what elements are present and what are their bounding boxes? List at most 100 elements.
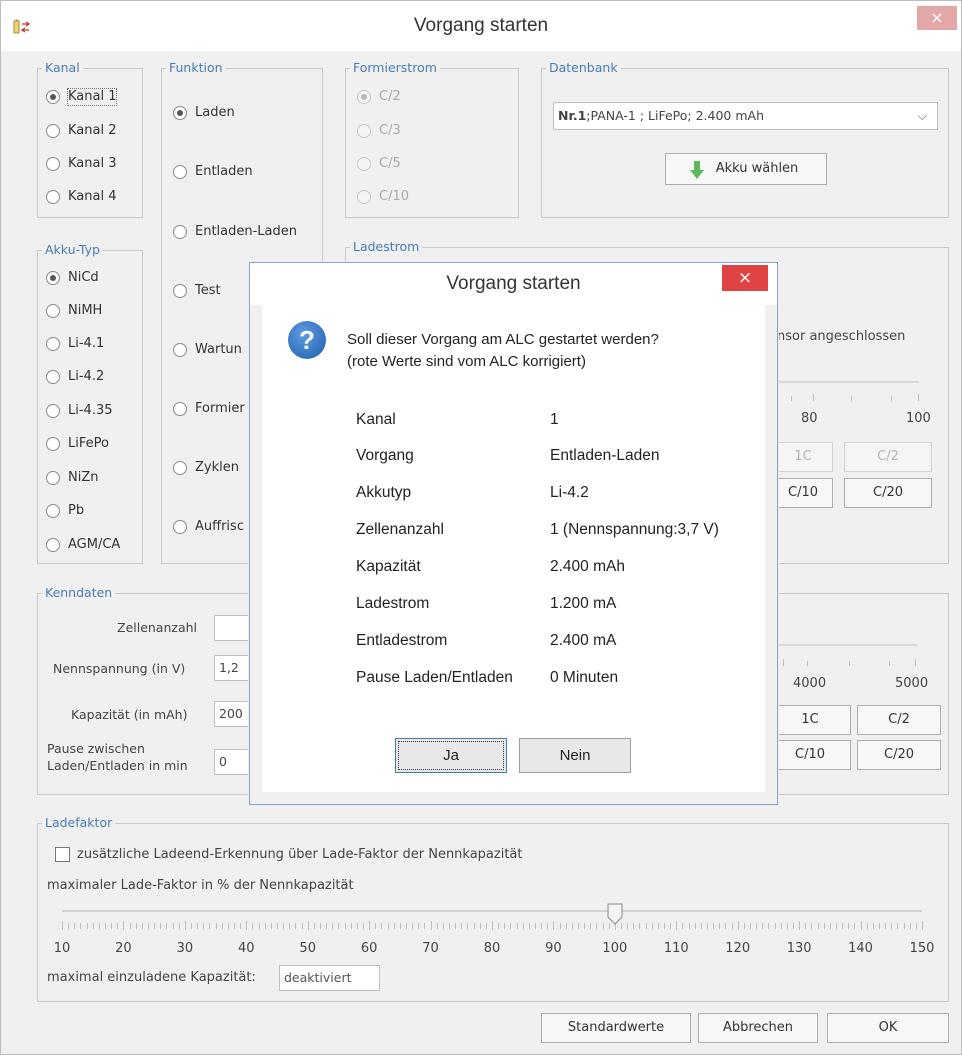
summary-value-ladestrom: 1.200 mA — [550, 595, 617, 612]
tick-mark — [172, 923, 174, 929]
radio-entladen-laden[interactable] — [173, 225, 187, 239]
radio-test-label[interactable]: Test — [195, 283, 221, 299]
ladefaktor-checkbox-label[interactable]: zusätzliche Ladeend-Erkennung über Lade-… — [77, 847, 523, 862]
ladestrom-c20-button[interactable]: C/20 — [844, 478, 932, 508]
radio-nicd-label[interactable]: NiCd — [68, 270, 99, 286]
radio-test[interactable] — [173, 284, 187, 298]
tick-mark — [817, 923, 819, 929]
radio-formier-c2[interactable] — [357, 90, 371, 104]
dialog-body — [262, 305, 765, 792]
radio-wartung[interactable] — [173, 343, 187, 357]
radio-li41-label[interactable]: Li-4.1 — [68, 336, 104, 352]
radio-formier-c5-label[interactable]: C/5 — [379, 156, 401, 172]
radio-formieren-label[interactable]: Formier — [195, 401, 245, 417]
radio-entladen[interactable] — [173, 165, 187, 179]
radio-laden-label[interactable]: Laden — [195, 105, 235, 121]
ladefaktor-slider[interactable] — [62, 903, 923, 943]
ja-button[interactable]: Ja — [395, 738, 507, 773]
radio-kanal-1[interactable] — [46, 90, 60, 104]
radio-formier-c2-label[interactable]: C/2 — [379, 89, 401, 105]
ladestrom-slider-track[interactable] — [777, 381, 919, 383]
tick-mark — [123, 921, 125, 930]
ladestrom-c10-button[interactable]: C/10 — [773, 478, 833, 508]
radio-nizn-label[interactable]: NiZn — [68, 470, 98, 486]
radio-kanal-1-label[interactable]: Kanal 1 — [66, 88, 118, 106]
summary-value-kapazitaet: 2.400 mAh — [550, 558, 625, 575]
radio-pb[interactable] — [46, 504, 60, 518]
ladestrom-1c-button[interactable]: 1C — [773, 442, 833, 472]
tick-mark — [203, 923, 205, 929]
radio-nicd[interactable] — [46, 271, 60, 285]
zellenanzahl-input[interactable] — [214, 615, 254, 641]
ladefaktor-slider-thumb[interactable] — [607, 903, 623, 925]
radio-formieren[interactable] — [173, 402, 187, 416]
kenndaten-c2-button[interactable]: C/2 — [857, 705, 941, 735]
radio-kanal-4[interactable] — [46, 190, 60, 204]
standardwerte-button[interactable]: Standardwerte — [541, 1013, 691, 1043]
summary-label-vorgang: Vorgang — [356, 447, 414, 464]
radio-agm-ca-label[interactable]: AGM/CA — [68, 537, 120, 553]
radio-wartung-label[interactable]: Wartun — [195, 342, 242, 358]
nennspannung-input[interactable]: 1,2 — [214, 655, 254, 681]
radio-auffrischen-label[interactable]: Auffrisc — [195, 519, 244, 535]
ok-button[interactable]: OK — [827, 1013, 949, 1043]
tick-mark — [565, 923, 567, 929]
radio-li42-label[interactable]: Li-4.2 — [68, 369, 104, 385]
akku-select-text: ;PANA-1 ; LiFePo; 2.400 mAh — [586, 108, 765, 123]
kenndaten-c10-button[interactable]: C/10 — [769, 740, 851, 770]
tick-mark — [178, 923, 180, 929]
radio-kanal-3-label[interactable]: Kanal 3 — [68, 156, 116, 172]
abbrechen-button[interactable]: Abbrechen — [698, 1013, 818, 1043]
radio-formier-c5[interactable] — [357, 157, 371, 171]
kapazitaet-input[interactable]: 200 — [214, 701, 254, 727]
tick-mark — [848, 923, 850, 929]
radio-kanal-3[interactable] — [46, 157, 60, 171]
radio-formier-c3[interactable] — [357, 124, 371, 138]
radio-li435-label[interactable]: Li-4.35 — [68, 403, 113, 419]
radio-entladen-label[interactable]: Entladen — [195, 164, 253, 180]
akku-waehlen-button[interactable]: Akku wählen — [665, 153, 827, 185]
radio-formier-c10[interactable] — [357, 190, 371, 204]
kapazitaet-slider-track[interactable] — [777, 644, 917, 646]
radio-li42[interactable] — [46, 370, 60, 384]
tick-mark — [768, 923, 770, 929]
radio-zyklen[interactable] — [173, 461, 187, 475]
tick-mark — [381, 923, 383, 929]
tick-mark — [813, 394, 814, 401]
radio-nimh[interactable] — [46, 304, 60, 318]
radio-zyklen-label[interactable]: Zyklen — [195, 460, 239, 476]
tick-mark — [295, 923, 297, 929]
tick-mark — [215, 923, 217, 929]
radio-nimh-label[interactable]: NiMH — [68, 303, 102, 319]
window-close-button[interactable]: × — [917, 6, 957, 30]
radio-nizn[interactable] — [46, 471, 60, 485]
ladestrom-legend: Ladestrom — [350, 239, 423, 255]
radio-kanal-2-label[interactable]: Kanal 2 — [68, 123, 116, 139]
kenndaten-c20-button[interactable]: C/20 — [857, 740, 941, 770]
radio-lifepo[interactable] — [46, 437, 60, 451]
tick-mark — [436, 923, 438, 929]
radio-agm-ca[interactable] — [46, 538, 60, 552]
tick-mark — [783, 659, 784, 666]
radio-laden[interactable] — [173, 106, 187, 120]
radio-kanal-2[interactable] — [46, 124, 60, 138]
radio-entladen-laden-label[interactable]: Entladen-Laden — [195, 224, 297, 240]
kenndaten-1c-button[interactable]: 1C — [769, 705, 851, 735]
radio-pb-label[interactable]: Pb — [68, 503, 84, 519]
kanal-legend: Kanal — [42, 60, 83, 76]
tick-mark — [851, 396, 852, 401]
pause-input[interactable]: 0 — [214, 749, 254, 775]
radio-formier-c3-label[interactable]: C/3 — [379, 123, 401, 139]
radio-kanal-4-label[interactable]: Kanal 4 — [68, 189, 116, 205]
radio-auffrischen[interactable] — [173, 520, 187, 534]
ladefaktor-checkbox[interactable] — [55, 847, 70, 862]
ladestrom-c2-button[interactable]: C/2 — [844, 442, 932, 472]
radio-li41[interactable] — [46, 337, 60, 351]
dialog-close-button[interactable]: × — [722, 265, 768, 291]
akku-select[interactable]: Nr.1;PANA-1 ; LiFePo; 2.400 mAh ⌵ — [553, 102, 938, 130]
summary-value-akkutyp: Li-4.2 — [550, 484, 589, 501]
nein-button[interactable]: Nein — [519, 738, 631, 773]
radio-formier-c10-label[interactable]: C/10 — [379, 189, 409, 205]
radio-lifepo-label[interactable]: LiFePo — [68, 436, 109, 452]
radio-li435[interactable] — [46, 404, 60, 418]
